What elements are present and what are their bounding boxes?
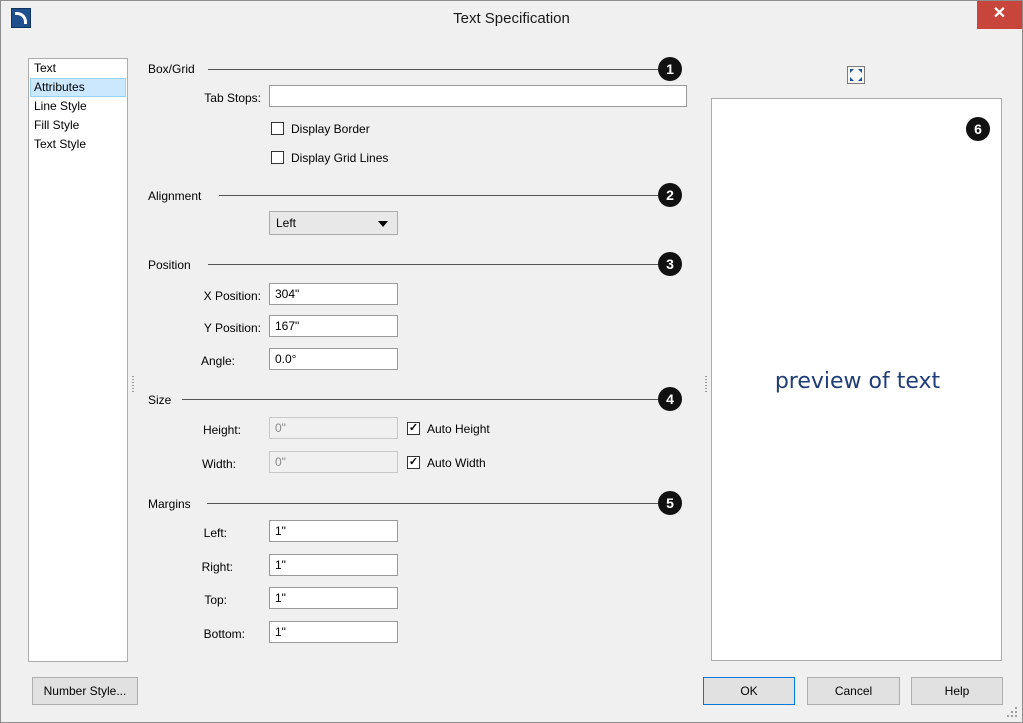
ok-button[interactable]: OK bbox=[703, 677, 795, 705]
callout-badge-5: 5 bbox=[658, 491, 682, 515]
auto-height-checkbox[interactable]: ✓ bbox=[407, 422, 420, 435]
margins-section-label: Margins bbox=[148, 497, 191, 511]
margin-top-label: Top: bbox=[204, 593, 227, 607]
tab-stops-label: Tab Stops: bbox=[204, 91, 261, 105]
display-border-label: Display Border bbox=[291, 122, 370, 136]
box-grid-divider bbox=[208, 69, 658, 70]
margin-left-input[interactable] bbox=[269, 520, 398, 542]
margins-divider bbox=[207, 503, 658, 504]
auto-width-checkbox[interactable]: ✓ bbox=[407, 456, 420, 469]
margin-bottom-label: Bottom: bbox=[203, 627, 245, 641]
alignment-divider bbox=[219, 195, 658, 196]
callout-badge-3: 3 bbox=[658, 252, 682, 276]
left-splitter-handle[interactable] bbox=[132, 376, 134, 392]
nav-item-text[interactable]: Text bbox=[29, 59, 127, 78]
category-list: Text Attributes Line Style Fill Style Te… bbox=[28, 58, 128, 662]
size-divider bbox=[182, 399, 658, 400]
y-position-input[interactable] bbox=[269, 315, 398, 337]
alignment-select[interactable]: Left bbox=[269, 211, 398, 235]
position-divider bbox=[208, 264, 658, 265]
margin-top-input[interactable] bbox=[269, 587, 398, 609]
cancel-button[interactable]: Cancel bbox=[807, 677, 900, 705]
close-button[interactable]: ✕ bbox=[977, 1, 1022, 29]
display-grid-lines-checkbox[interactable] bbox=[271, 151, 284, 164]
width-label: Width: bbox=[201, 457, 236, 471]
box-grid-section-label: Box/Grid bbox=[148, 62, 195, 76]
display-border-checkbox[interactable] bbox=[271, 122, 284, 135]
fill-window-icon[interactable] bbox=[847, 66, 865, 84]
nav-item-attributes[interactable]: Attributes bbox=[30, 78, 126, 97]
callout-badge-2: 2 bbox=[658, 183, 682, 207]
height-input bbox=[269, 417, 398, 439]
right-splitter-handle[interactable] bbox=[705, 376, 707, 392]
display-grid-lines-label: Display Grid Lines bbox=[291, 151, 389, 165]
margin-right-label: Right: bbox=[201, 560, 233, 574]
x-position-label: X Position: bbox=[203, 289, 261, 303]
margin-left-label: Left: bbox=[203, 526, 227, 540]
preview-text: preview of text bbox=[774, 369, 941, 394]
help-button[interactable]: Help bbox=[911, 677, 1003, 705]
alignment-section-label: Alignment bbox=[148, 189, 202, 203]
width-input bbox=[269, 451, 398, 473]
resize-grip-icon[interactable] bbox=[1006, 706, 1018, 718]
text-preview-pane: 6 preview of text bbox=[711, 98, 1002, 661]
auto-width-label: Auto Width bbox=[427, 456, 486, 470]
margin-bottom-input[interactable] bbox=[269, 621, 398, 643]
nav-item-fill-style[interactable]: Fill Style bbox=[29, 116, 127, 135]
height-label: Height: bbox=[202, 423, 241, 437]
chevron-down-icon bbox=[378, 221, 388, 227]
title-bar[interactable]: Text Specification ✕ bbox=[1, 1, 1022, 37]
alignment-select-value: Left bbox=[276, 216, 297, 230]
number-style-button[interactable]: Number Style... bbox=[32, 677, 138, 705]
callout-badge-4: 4 bbox=[658, 387, 682, 411]
nav-item-line-style[interactable]: Line Style bbox=[29, 97, 127, 116]
y-position-label: Y Position: bbox=[203, 321, 261, 335]
window-title: Text Specification bbox=[453, 10, 570, 27]
text-specification-dialog: Text Specification ✕ Text Attributes Lin… bbox=[0, 0, 1023, 723]
x-position-input[interactable] bbox=[269, 283, 398, 305]
callout-badge-6: 6 bbox=[966, 117, 990, 141]
auto-height-label: Auto Height bbox=[427, 422, 490, 436]
nav-item-text-style[interactable]: Text Style bbox=[29, 135, 127, 154]
tab-stops-input[interactable] bbox=[269, 85, 687, 107]
size-section-label: Size bbox=[148, 393, 172, 407]
position-section-label: Position bbox=[148, 258, 191, 272]
margin-right-input[interactable] bbox=[269, 554, 398, 576]
angle-label: Angle: bbox=[200, 354, 235, 368]
callout-badge-1: 1 bbox=[658, 57, 682, 81]
angle-input[interactable] bbox=[269, 348, 398, 370]
